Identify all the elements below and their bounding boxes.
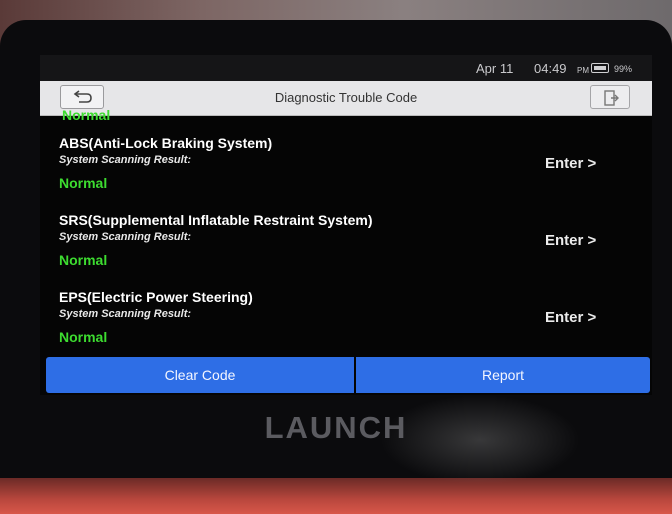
scan-result-value: Normal (59, 175, 108, 191)
system-name: EPS(Electric Power Steering) (59, 289, 253, 305)
scan-result-value: Normal (59, 329, 108, 345)
action-bar: Clear Code Report (46, 357, 650, 393)
enter-button[interactable]: Enter > (545, 232, 596, 249)
device-brand-logo: LAUNCH (264, 410, 408, 445)
enter-button[interactable]: Enter > (545, 155, 596, 172)
status-ampm: PM (577, 66, 589, 75)
system-list: Normal ABS(Anti-Lock Braking System) Sys… (40, 107, 652, 357)
enter-button[interactable]: Enter > (545, 309, 596, 326)
scan-result-value: Normal (59, 252, 108, 268)
list-item-srs: SRS(Supplemental Inflatable Restraint Sy… (40, 212, 652, 290)
scan-result-label: System Scanning Result: (59, 154, 192, 166)
previous-scan-result: Normal (62, 107, 111, 123)
page-title: Diagnostic Trouble Code (274, 90, 418, 105)
system-name: ABS(Anti-Lock Braking System) (59, 135, 273, 151)
report-button[interactable]: Report (356, 357, 650, 393)
battery-icon (591, 63, 609, 73)
status-date: Apr 11 (476, 61, 514, 76)
battery-level: 99% (614, 64, 633, 74)
list-item-eps: EPS(Electric Power Steering) System Scan… (40, 289, 652, 367)
scan-result-label: System Scanning Result: (59, 308, 192, 320)
title-bar: Diagnostic Trouble Code (40, 81, 652, 116)
system-name: SRS(Supplemental Inflatable Restraint Sy… (59, 212, 373, 228)
status-time: 04:49 (534, 61, 567, 76)
status-bar: Apr 11 04:49 PM 99% (40, 55, 652, 81)
list-item-abs: ABS(Anti-Lock Braking System) System Sca… (40, 135, 652, 213)
screen: Apr 11 04:49 PM 99% Diagnostic Trouble C… (40, 55, 652, 395)
exit-button[interactable] (590, 85, 630, 109)
clear-code-button[interactable]: Clear Code (46, 357, 354, 393)
scan-result-label: System Scanning Result: (59, 231, 192, 243)
exit-icon (604, 90, 619, 106)
